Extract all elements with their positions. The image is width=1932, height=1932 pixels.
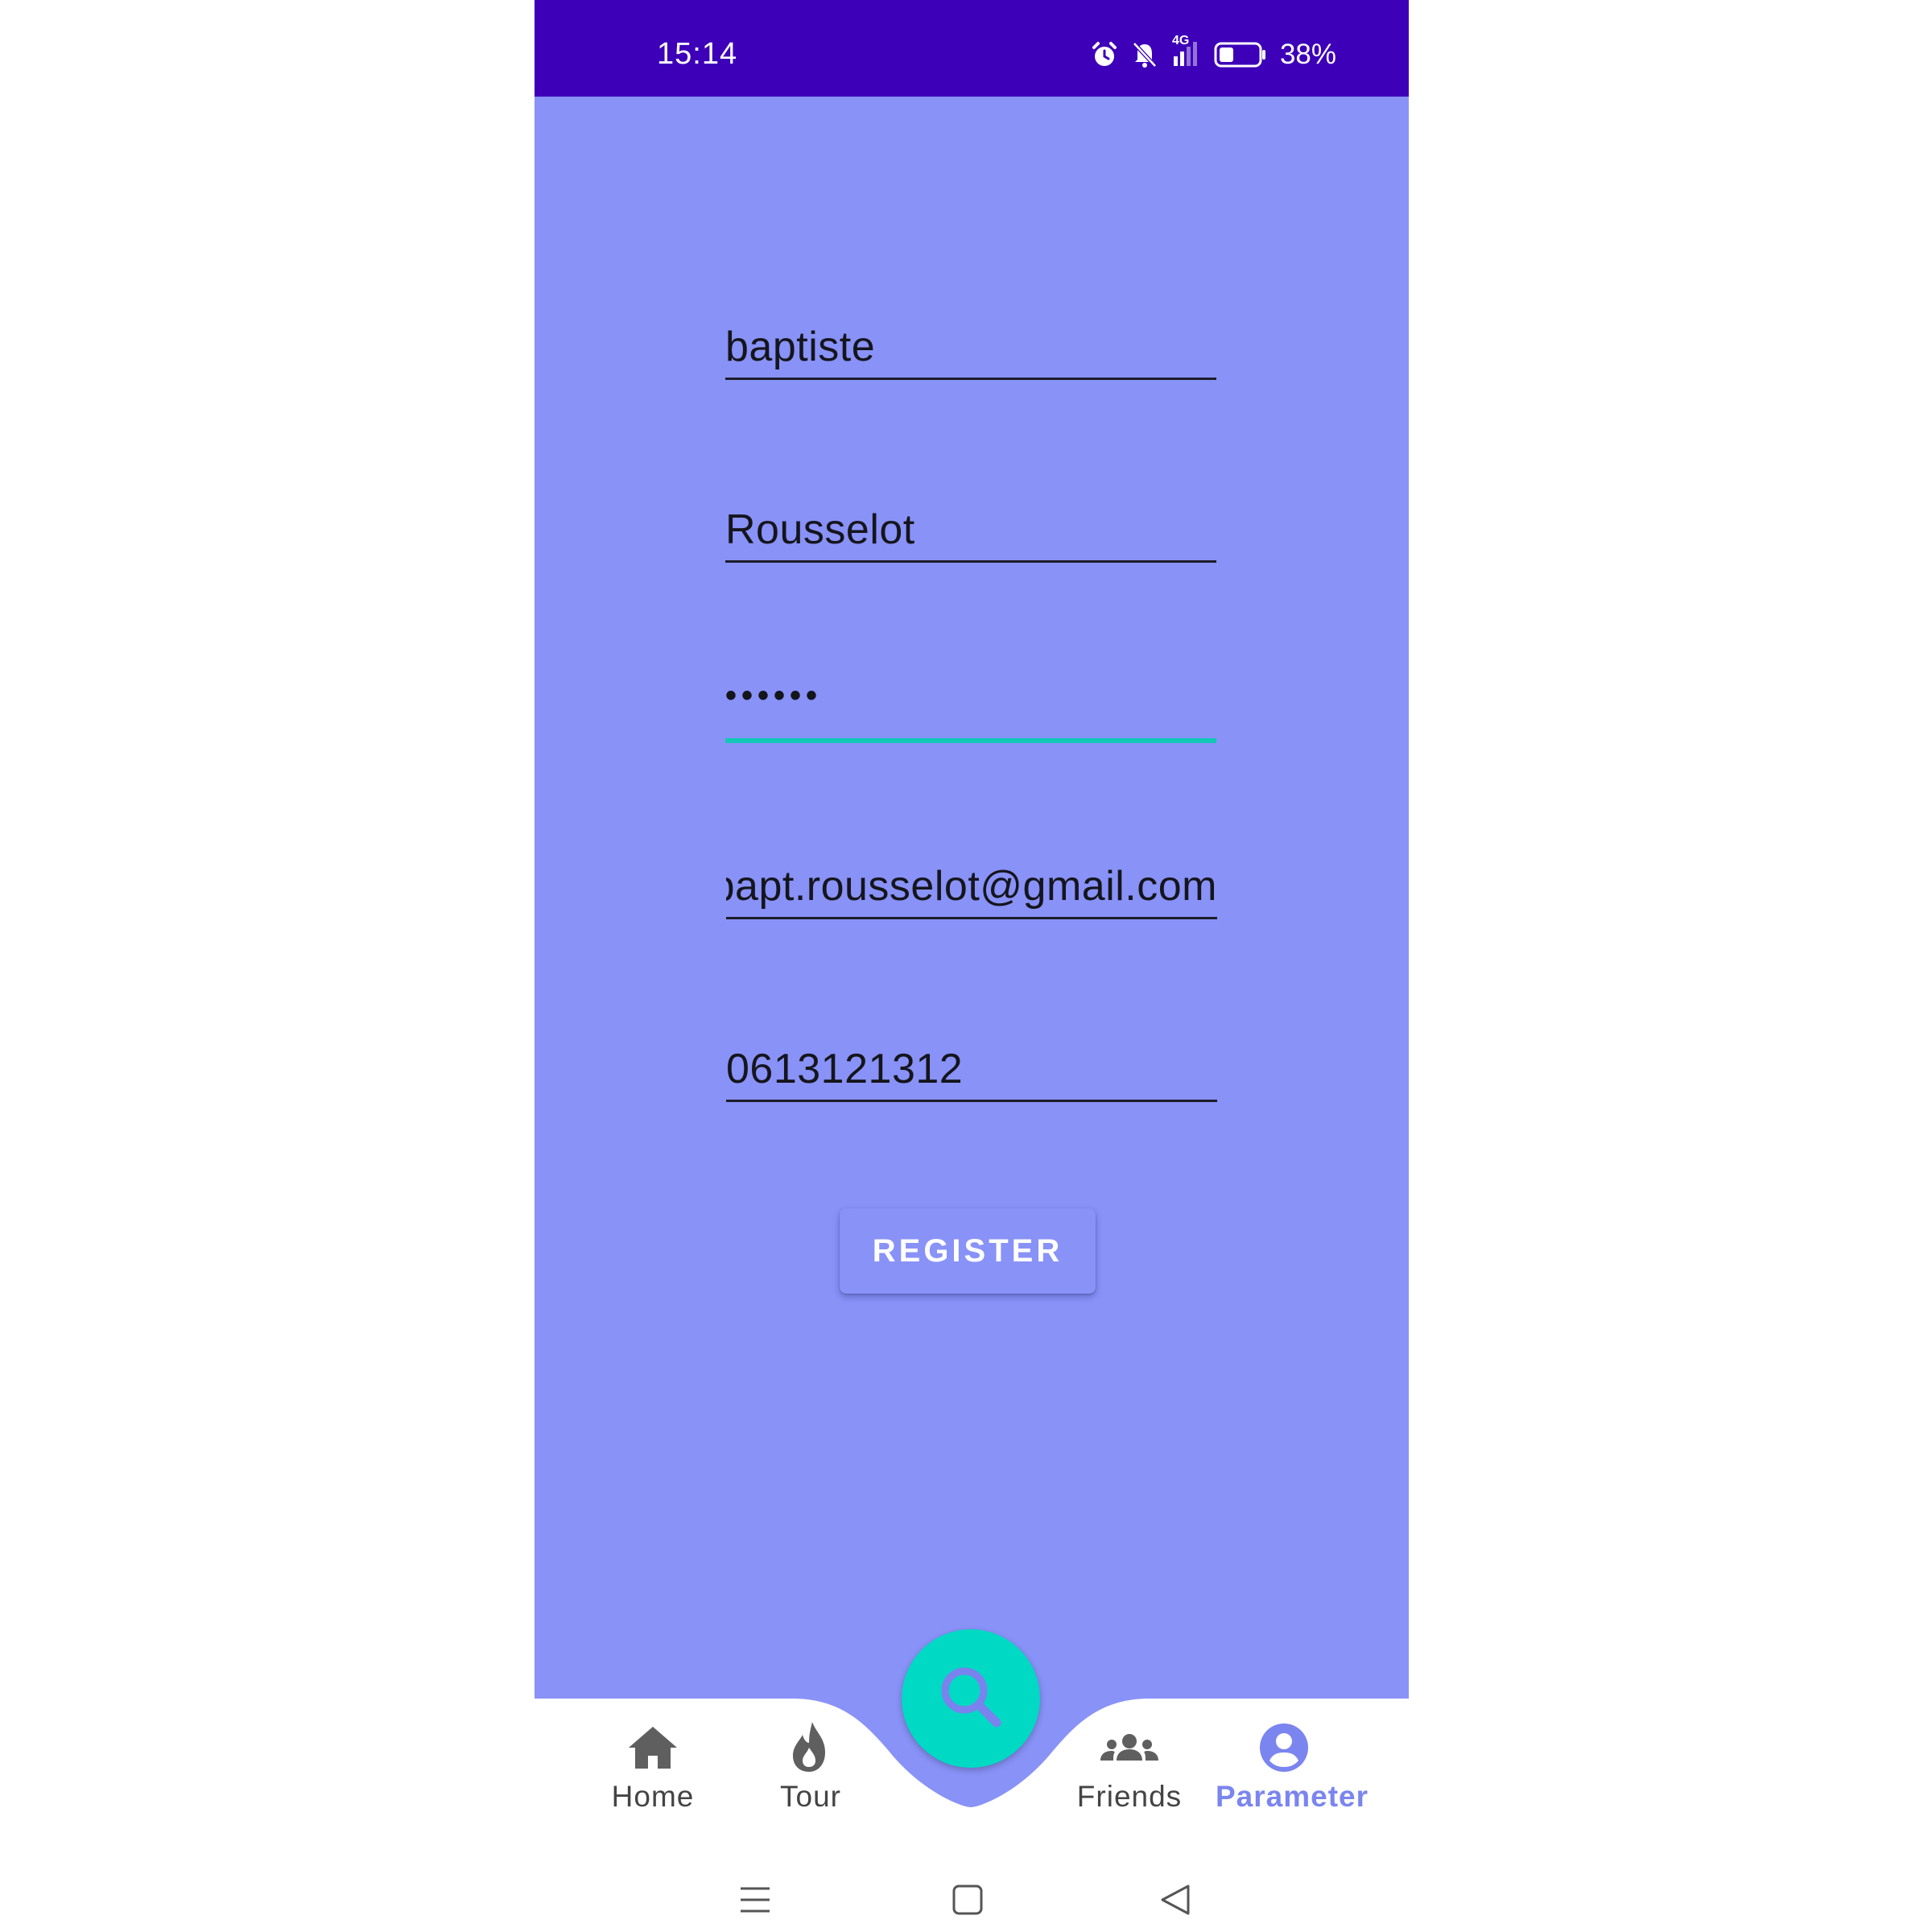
phone-screen: 15:14 4G 38% baptiste Rousselot •••••• b… [535, 0, 1409, 1932]
email-field[interactable]: bapt.rousselot@gmail.com [726, 861, 1217, 919]
phone-field[interactable]: 0613121312 [726, 1043, 1217, 1102]
nav-home-label: Home [611, 1780, 695, 1813]
nav-friends[interactable]: Friends [1061, 1719, 1198, 1814]
battery-percent: 38% [1279, 39, 1336, 70]
system-nav-bar [535, 1852, 1409, 1932]
status-icons: 4G 38% [1090, 34, 1336, 72]
first-name-value: baptiste [725, 324, 876, 370]
flame-icon [742, 1719, 879, 1777]
account-circle-icon [1216, 1719, 1352, 1777]
nav-parameter-label: Parameter [1216, 1780, 1369, 1813]
register-form: baptiste Rousselot •••••• bapt.rousselot… [535, 97, 1409, 1699]
home-icon [584, 1719, 721, 1777]
group-icon [1061, 1719, 1198, 1777]
password-value: •••••• [725, 678, 823, 713]
bell-off-icon [1130, 40, 1159, 69]
nav-friends-label: Friends [1076, 1780, 1183, 1813]
battery-icon [1214, 42, 1267, 68]
nav-tour[interactable]: Tour [742, 1719, 879, 1814]
network-type: 4G [1171, 34, 1190, 47]
last-name-value: Rousselot [725, 506, 915, 553]
home-square-icon[interactable] [952, 1884, 984, 1920]
nav-home[interactable]: Home [584, 1719, 721, 1814]
nav-parameter[interactable]: Parameter [1216, 1719, 1369, 1814]
first-name-field[interactable]: baptiste [725, 321, 1216, 380]
menu-icon[interactable] [739, 1884, 771, 1920]
back-icon[interactable] [1159, 1884, 1191, 1920]
search-icon [932, 1658, 1009, 1740]
email-value: bapt.rousselot@gmail.com [726, 863, 1217, 910]
search-fab[interactable] [902, 1629, 1040, 1768]
phone-value: 0613121312 [726, 1046, 964, 1092]
nav-tour-label: Tour [780, 1780, 841, 1813]
register-button[interactable]: REGISTER [840, 1208, 1096, 1294]
status-time: 15:14 [657, 37, 738, 71]
status-bar: 15:14 4G 38% [535, 0, 1409, 97]
password-field[interactable]: •••••• [725, 678, 1216, 743]
alarm-icon [1090, 40, 1119, 69]
last-name-field[interactable]: Rousselot [725, 504, 1216, 563]
signal-icon: 4G [1170, 34, 1203, 69]
